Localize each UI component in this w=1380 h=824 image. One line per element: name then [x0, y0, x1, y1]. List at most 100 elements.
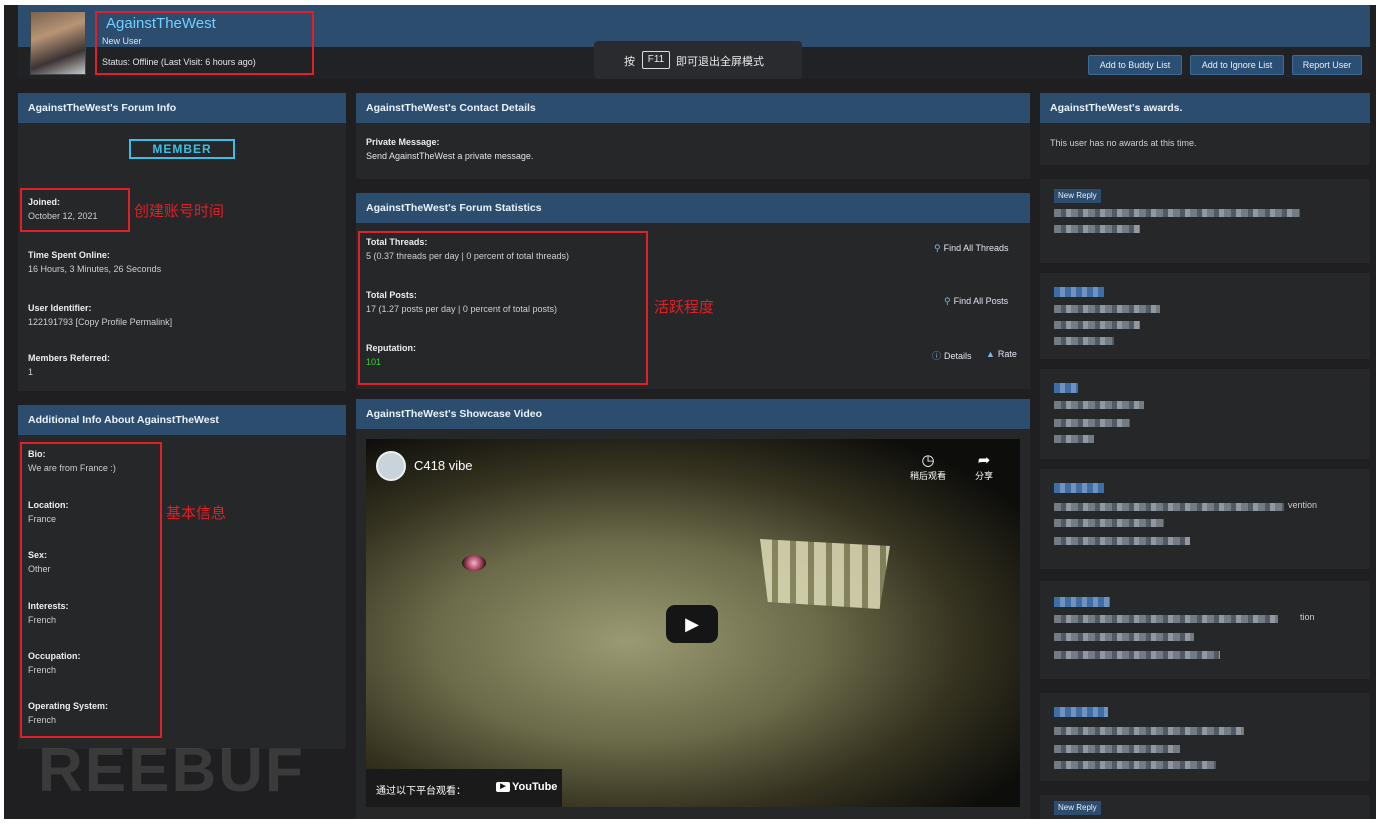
watermark: REEBUF [38, 736, 305, 805]
add-ignore-button[interactable]: Add to Ignore List [1190, 55, 1284, 75]
blurred-text [1054, 209, 1300, 217]
blurred-text [1054, 401, 1144, 409]
blurred-text [1054, 419, 1130, 427]
find-all-threads-label: Find All Threads [943, 243, 1009, 253]
blurred-text [1054, 435, 1094, 443]
blurred-text [1054, 321, 1140, 329]
clock-icon: ◷ [921, 452, 935, 469]
find-all-threads-link[interactable]: ⚲ Find All Threads [934, 243, 1008, 254]
blurred-text [1054, 503, 1284, 511]
profile-page: AgainstTheWest New User Status: Offline … [4, 5, 1376, 819]
annotation-box-basic-info [20, 442, 162, 738]
video-frame-eye [462, 555, 486, 571]
annotation-box-joined [20, 188, 130, 232]
blurred-text [1054, 615, 1278, 623]
youtube-label: YouTube [512, 781, 558, 793]
awards-title: AgainstTheWest's awards. [1040, 93, 1370, 123]
additional-info-title: Additional Info About AgainstTheWest [18, 405, 346, 435]
play-button[interactable]: ▶ [666, 605, 718, 643]
awards-panel: AgainstTheWest's awards. This user has n… [1040, 93, 1370, 165]
blurred-link [1054, 597, 1110, 607]
share-icon: ➦ [977, 452, 991, 469]
feed-item[interactable] [1040, 693, 1370, 781]
time-online-label: Time Spent Online: [28, 250, 110, 260]
watch-later-label: 稍后观看 [909, 471, 946, 481]
annotation-activity: 活跃程度 [654, 299, 715, 316]
annotation-joined: 创建账号时间 [134, 203, 225, 220]
showcase-video-title: AgainstTheWest's Showcase Video [356, 399, 1030, 429]
blurred-text [1054, 225, 1140, 233]
feed-item[interactable] [1040, 273, 1370, 359]
blurred-text [1054, 633, 1194, 641]
rate-label: Rate [997, 349, 1017, 359]
share-label: 分享 [974, 471, 993, 481]
forum-statistics-panel: AgainstTheWest's Forum Statistics Total … [356, 193, 1030, 389]
blurred-text [1054, 305, 1160, 313]
reputation-details-link[interactable]: ⓘ Details [932, 349, 972, 362]
blurred-text [1054, 745, 1180, 753]
search-icon: ⚲ [944, 296, 951, 306]
find-all-posts-link[interactable]: ⚲ Find All Posts [944, 296, 1008, 307]
feed-item[interactable]: New Reply [1040, 795, 1370, 819]
feed-text-fragment: vention [1288, 500, 1318, 510]
user-identifier-label: User Identifier: [28, 303, 92, 313]
member-badge: MEMBER [129, 139, 235, 159]
youtube-link[interactable]: ▶ YouTube [496, 781, 557, 793]
reputation-rate-link[interactable]: ▲ Rate [986, 349, 1017, 359]
annotation-basic-info: 基本信息 [166, 505, 227, 522]
fullscreen-hint: 按 F11 即可退出全屏模式 [594, 41, 802, 79]
blurred-text [1054, 727, 1244, 735]
report-user-button[interactable]: Report User [1292, 55, 1362, 75]
play-icon: ▶ [685, 614, 699, 634]
showcase-video-panel: AgainstTheWest's Showcase Video C418 vib… [356, 399, 1030, 819]
fullscreen-hint-text: 即可退出全屏模式 [676, 56, 764, 68]
blurred-link [1054, 483, 1104, 493]
annotation-box-identity [95, 11, 314, 75]
time-online-value: 16 Hours, 3 Minutes, 26 Seconds [28, 264, 162, 274]
feed-item[interactable] [1040, 369, 1370, 459]
search-icon: ⚲ [934, 243, 941, 253]
private-message-label: Private Message: [366, 137, 440, 147]
blurred-text [1054, 651, 1220, 659]
awards-empty-text: This user has no awards at this time. [1050, 138, 1197, 148]
video-frame-detail [760, 539, 890, 609]
blurred-link [1054, 707, 1108, 717]
thumbs-up-icon: ▲ [986, 349, 995, 359]
watch-on-bar[interactable]: 通过以下平台观看： ▶ YouTube [366, 769, 562, 807]
blurred-text [1054, 337, 1114, 345]
blurred-link [1054, 383, 1078, 393]
video-player[interactable]: C418 vibe ◷ 稍后观看 ➦ 分享 ▶ 通过以下平台观看： ▶ YouTube [366, 439, 1020, 807]
fullscreen-hint-prefix: 按 [624, 56, 635, 68]
members-referred-value: 1 [28, 367, 34, 377]
contact-title: AgainstTheWest's Contact Details [356, 93, 1030, 123]
watch-on-label: 通过以下平台观看： [376, 786, 466, 797]
members-referred-label: Members Referred: [28, 353, 111, 363]
watch-later-button[interactable]: ◷ 稍后观看 [908, 451, 948, 482]
additional-info-panel: Additional Info About AgainstTheWest Bio… [18, 405, 346, 749]
info-icon: ⓘ [932, 351, 942, 361]
video-channel-title[interactable]: C418 vibe [414, 458, 473, 473]
new-reply-badge: New Reply [1054, 801, 1101, 815]
feed-item[interactable]: tion [1040, 581, 1370, 679]
f11-key-icon: F11 [642, 51, 670, 69]
blurred-link [1054, 287, 1104, 297]
blurred-text [1054, 519, 1164, 527]
contact-panel: AgainstTheWest's Contact Details Private… [356, 93, 1030, 179]
forum-statistics-title: AgainstTheWest's Forum Statistics [356, 193, 1030, 223]
private-message-link[interactable]: Send AgainstTheWest a private message. [366, 151, 533, 161]
details-label: Details [944, 351, 972, 361]
find-all-posts-label: Find All Posts [953, 296, 1009, 306]
feed-item[interactable]: vention [1040, 469, 1370, 569]
avatar[interactable] [30, 11, 86, 75]
blurred-text [1054, 761, 1216, 769]
forum-info-title: AgainstTheWest's Forum Info [18, 93, 346, 123]
channel-avatar[interactable] [376, 451, 406, 481]
youtube-icon: ▶ [496, 782, 510, 793]
add-buddy-button[interactable]: Add to Buddy List [1088, 55, 1182, 75]
blurred-text [1054, 537, 1190, 545]
feed-item[interactable]: New Reply [1040, 179, 1370, 263]
new-reply-badge: New Reply [1054, 189, 1101, 203]
annotation-box-activity [358, 231, 648, 385]
share-button[interactable]: ➦ 分享 [964, 451, 1004, 482]
user-identifier-value[interactable]: 122191793 [Copy Profile Permalink] [28, 317, 172, 327]
